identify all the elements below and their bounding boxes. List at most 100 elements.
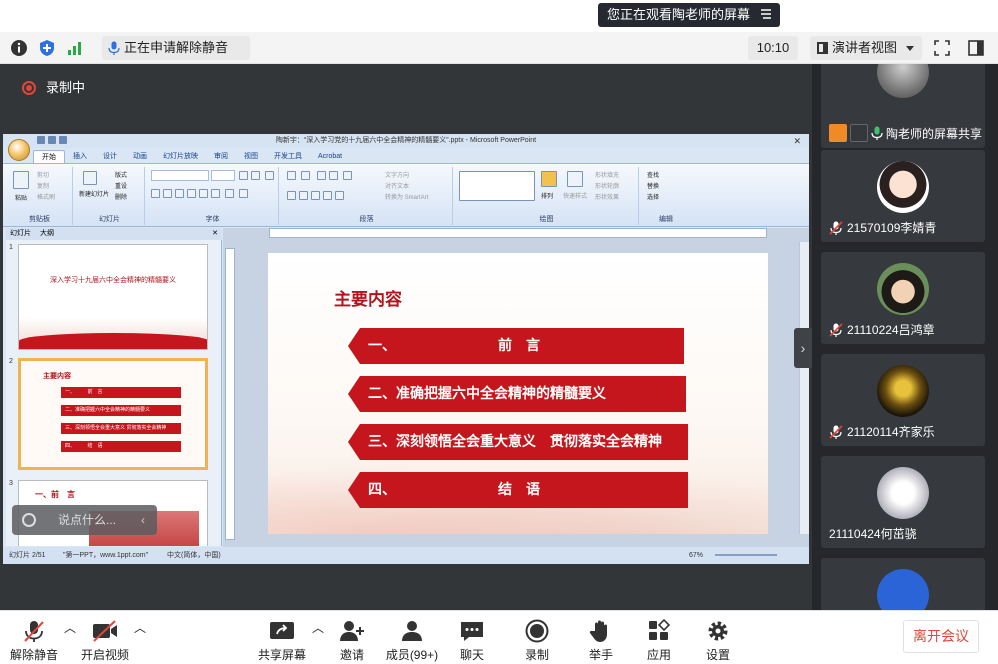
new-slide-icon[interactable] <box>83 171 97 185</box>
copy-button[interactable]: 复制 <box>37 181 49 190</box>
paste-button[interactable]: 粘贴 <box>15 193 27 202</box>
format-painter-button[interactable]: 格式刷 <box>37 192 55 201</box>
invite-button[interactable]: 邀请 <box>322 619 382 663</box>
office-button-icon[interactable] <box>8 139 30 161</box>
emoji-icon[interactable] <box>22 513 36 527</box>
clear-format-icon[interactable] <box>265 171 274 180</box>
participant-tile[interactable]: 陶老师的屏幕共享 <box>821 64 985 148</box>
tab-review[interactable]: 审阅 <box>206 150 236 163</box>
close-icon[interactable]: ✕ <box>212 228 218 240</box>
find-button[interactable]: 查找 <box>647 170 659 179</box>
viewing-share-tip[interactable]: 您正在观看陶老师的屏幕 <box>598 3 780 27</box>
fullscreen-icon[interactable] <box>933 39 951 57</box>
justify-icon[interactable] <box>323 191 332 200</box>
font-size-field[interactable] <box>211 170 235 181</box>
grow-font-icon[interactable] <box>239 171 248 180</box>
layout-button[interactable]: 版式 <box>115 170 127 179</box>
slide-thumb-1[interactable]: 深入学习十九届六中全会精神的精髓要义 <box>18 244 208 350</box>
participant-tile[interactable] <box>821 558 985 610</box>
undo-icon[interactable] <box>48 136 56 144</box>
chat-button[interactable]: 聊天 <box>442 619 502 663</box>
decrease-indent-icon[interactable] <box>317 171 326 180</box>
members-button[interactable]: 成员(99+) <box>382 619 442 663</box>
close-icon[interactable]: ✕ <box>793 134 801 148</box>
cut-button[interactable]: 剪切 <box>37 170 49 179</box>
shapes-gallery[interactable] <box>459 171 535 201</box>
font-name-field[interactable] <box>151 170 209 181</box>
new-slide-button[interactable]: 新建幻灯片 <box>79 189 109 198</box>
settings-button[interactable]: 设置 <box>688 619 748 663</box>
delete-button[interactable]: 删除 <box>115 192 127 201</box>
chat-input[interactable]: 说点什么... ‹ <box>12 505 157 535</box>
text-direction-button[interactable]: 文字方向 <box>385 170 409 179</box>
participant-name: 21120114齐家乐 <box>847 425 935 439</box>
view-mode-dropdown[interactable]: 演讲者视图 <box>810 36 922 60</box>
select-button[interactable]: 选择 <box>647 192 659 201</box>
increase-indent-icon[interactable] <box>329 171 338 180</box>
tab-slideshow[interactable]: 幻灯片放映 <box>155 150 206 163</box>
zoom-slider[interactable] <box>715 554 777 556</box>
redo-icon[interactable] <box>59 136 67 144</box>
network-signal-icon[interactable] <box>66 39 84 57</box>
info-icon[interactable] <box>10 39 28 57</box>
shadow-icon[interactable] <box>199 189 208 198</box>
chevron-left-icon[interactable]: ‹ <box>141 505 145 535</box>
tab-design[interactable]: 设计 <box>95 150 125 163</box>
shape-effects-button[interactable]: 形状效果 <box>595 192 619 201</box>
slide-thumb-2[interactable]: 主要内容 一、 前 言 二、准确把握六中全会精神的精髓要义 三、深刻领悟全会重大… <box>18 358 208 470</box>
convert-smartart-button[interactable]: 转换为 SmartArt <box>385 192 428 201</box>
current-slide[interactable]: 主要内容 一、 前 言 二、准确把握六中全会精神的精髓要义 三、深刻领悟全会重大… <box>268 253 768 534</box>
underline-icon[interactable] <box>175 189 184 198</box>
replace-button[interactable]: 替换 <box>647 181 659 190</box>
list-menu-icon[interactable] <box>760 8 772 20</box>
align-right-icon[interactable] <box>311 191 320 200</box>
paste-icon[interactable] <box>13 171 29 189</box>
security-shield-icon[interactable] <box>38 39 56 57</box>
bold-icon[interactable] <box>151 189 160 198</box>
numbering-icon[interactable] <box>301 171 310 180</box>
participant-tile[interactable]: 21570109李婧青 <box>821 150 985 242</box>
shrink-font-icon[interactable] <box>251 171 260 180</box>
case-icon[interactable] <box>225 189 234 198</box>
tab-slides[interactable]: 幻灯片 <box>10 228 31 240</box>
columns-icon[interactable] <box>335 191 344 200</box>
arrange-icon[interactable] <box>541 171 557 187</box>
align-text-button[interactable]: 对齐文本 <box>385 181 409 190</box>
shape-fill-button[interactable]: 形状填充 <box>595 170 619 179</box>
record-button[interactable]: 录制 <box>507 619 567 663</box>
line-spacing-icon[interactable] <box>343 171 352 180</box>
align-left-icon[interactable] <box>287 191 296 200</box>
save-icon[interactable] <box>37 136 45 144</box>
align-center-icon[interactable] <box>299 191 308 200</box>
tab-insert[interactable]: 插入 <box>65 150 95 163</box>
raise-hand-button[interactable]: 举手 <box>571 619 631 663</box>
sidebar-toggle-icon[interactable] <box>967 39 985 57</box>
thumb-number: 2 <box>9 358 13 365</box>
italic-icon[interactable] <box>163 189 172 198</box>
tab-acrobat[interactable]: Acrobat <box>310 150 350 163</box>
tab-developer[interactable]: 开发工具 <box>266 150 310 163</box>
collapse-sidebar-button[interactable]: › <box>794 328 812 368</box>
tab-home[interactable]: 开始 <box>33 150 65 163</box>
strikethrough-icon[interactable] <box>187 189 196 198</box>
apps-button[interactable]: 应用 <box>629 619 689 663</box>
arrange-button[interactable]: 排列 <box>541 191 553 200</box>
quick-styles-icon[interactable] <box>567 171 583 187</box>
shape-outline-button[interactable]: 形状轮廓 <box>595 181 619 190</box>
bullets-icon[interactable] <box>287 171 296 180</box>
tab-outline[interactable]: 大纲 <box>40 228 54 240</box>
quick-styles-button[interactable]: 快速样式 <box>563 191 587 200</box>
font-color-icon[interactable] <box>239 189 248 198</box>
vertical-scrollbar[interactable] <box>799 242 809 534</box>
reset-button[interactable]: 重设 <box>115 181 127 190</box>
unmute-label: 解除静音 <box>9 648 58 662</box>
spacing-icon[interactable] <box>211 189 220 198</box>
tab-view[interactable]: 视图 <box>236 150 266 163</box>
chevron-up-icon[interactable]: ︿ <box>110 619 170 636</box>
tab-animation[interactable]: 动画 <box>125 150 155 163</box>
participant-tile[interactable]: 21110224吕鸿章 <box>821 252 985 344</box>
participant-tile[interactable]: 21110424何茁骁 <box>821 456 985 548</box>
unmute-request-status[interactable]: 正在申请解除静音 <box>102 36 250 60</box>
leave-meeting-button[interactable]: 离开会议 <box>903 620 979 653</box>
participant-tile[interactable]: 21120114齐家乐 <box>821 354 985 446</box>
